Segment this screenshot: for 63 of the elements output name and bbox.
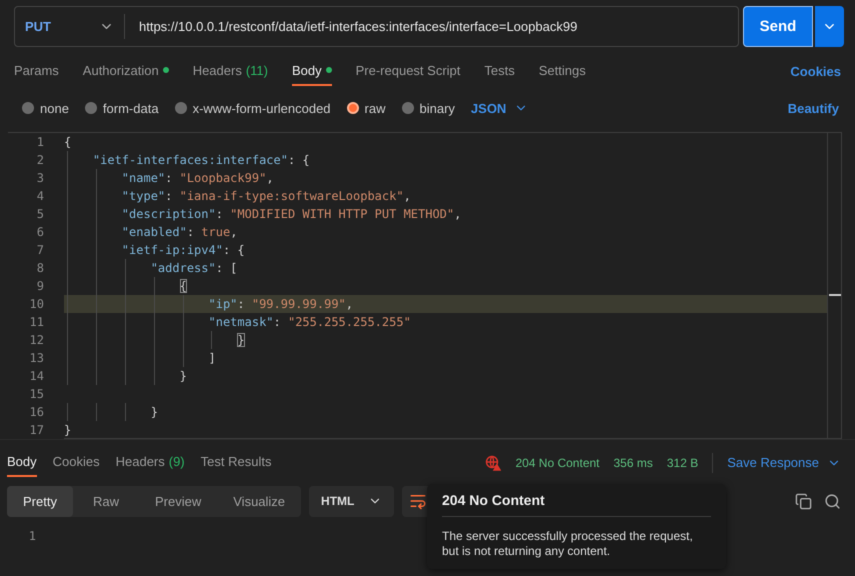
response-tab[interactable]: Body — [7, 448, 37, 477]
code-line: "ietf-ip:ipv4": { — [64, 241, 245, 259]
request-tab[interactable]: Params — [14, 56, 59, 86]
wrap-text-icon — [409, 492, 428, 510]
code-line: "ietf-interfaces:interface": { — [64, 151, 310, 169]
response-tab[interactable]: Headers (9) — [116, 448, 185, 477]
tooltip-title: 204 No Content — [442, 492, 711, 517]
body-type-option[interactable]: form-data — [84, 100, 159, 116]
code-line: } — [64, 331, 245, 349]
request-tab[interactable]: Settings — [538, 56, 586, 86]
response-tab[interactable]: Test Results — [200, 448, 272, 477]
method-dropdown[interactable]: PUT — [15, 14, 125, 39]
code-line: { — [64, 134, 72, 151]
request-tab[interactable]: Authorization — [82, 56, 169, 86]
code-line: ] — [64, 349, 216, 367]
line-number: 10 — [8, 295, 64, 313]
tab-count: (9) — [168, 454, 185, 469]
format-dropdown[interactable]: JSON — [470, 100, 528, 116]
code-line: "name": "Loopback99", — [64, 169, 274, 187]
code-line: } — [64, 403, 158, 421]
view-tab[interactable]: Preview — [139, 486, 218, 516]
request-tab[interactable]: Body — [292, 56, 332, 86]
tooltip-text: The server successfully processed the request, but is not returning any content. — [442, 529, 694, 559]
code-line: "description": "MODIFIED WITH HTTP PUT METHOD", — [64, 205, 462, 223]
view-tab[interactable]: Visualize — [217, 486, 302, 516]
code-line: "ip": "99.99.99.99", — [64, 295, 353, 313]
request-tab[interactable]: Headers (11) — [192, 56, 268, 86]
code-line: "address": [ — [64, 259, 238, 277]
language-dropdown[interactable]: HTML — [309, 486, 394, 516]
scrollbar[interactable] — [827, 133, 841, 438]
code-line: } — [64, 422, 72, 439]
code-line: "netmask": "255.255.255.255" — [64, 313, 411, 331]
radio-icon[interactable] — [402, 102, 414, 114]
url-field[interactable]: https://10.0.0.1/restconf/data/ietf-interfaces:interfaces/interface=Loopback99 — [125, 19, 578, 34]
cookies-link[interactable]: Cookies — [790, 64, 841, 78]
save-response-button[interactable]: Save Response — [727, 455, 841, 470]
code-line: "enabled": true, — [64, 223, 238, 241]
code-line: "type": "iana-if-type:softwareLoopback", — [64, 187, 411, 205]
search-icon[interactable] — [824, 492, 841, 510]
body-type-option[interactable]: binary — [402, 100, 455, 116]
body-type-option[interactable]: raw — [346, 100, 386, 116]
beautify-link[interactable]: Beautify — [788, 100, 839, 116]
view-tab[interactable]: Raw — [73, 486, 139, 516]
code-line: { — [64, 277, 187, 295]
body-type-option[interactable]: x-www-form-urlencoded — [174, 100, 331, 116]
tab-count: (11) — [246, 62, 268, 78]
request-tab[interactable]: Pre-request Script — [356, 56, 460, 86]
body-type-option[interactable]: none — [22, 100, 69, 116]
radio-icon[interactable] — [346, 102, 359, 114]
radio-icon[interactable] — [84, 102, 97, 114]
code-line: } — [64, 367, 187, 385]
radio-icon[interactable] — [174, 102, 187, 114]
radio-icon[interactable] — [22, 102, 34, 114]
response-size[interactable]: 312 B — [666, 456, 698, 470]
response-time[interactable]: 356 ms — [614, 456, 653, 470]
globe-warning-icon — [485, 454, 502, 470]
request-tab[interactable]: Tests — [484, 56, 515, 86]
view-tab[interactable]: Pretty — [7, 486, 73, 516]
status-code[interactable]: 204 No Content — [515, 456, 600, 470]
copy-icon[interactable] — [795, 492, 812, 510]
send-button[interactable]: Send — [743, 6, 813, 47]
response-tab[interactable]: Cookies — [52, 448, 100, 477]
code-editor[interactable] — [8, 132, 842, 439]
